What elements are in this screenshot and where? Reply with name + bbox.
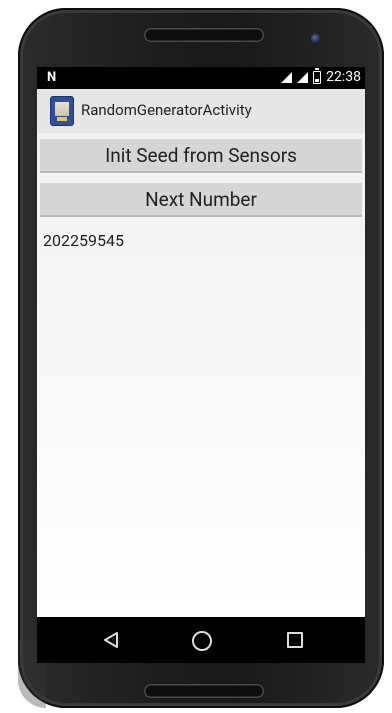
result-number: 202259545 — [43, 231, 124, 250]
battery-icon — [313, 67, 322, 84]
home-icon[interactable] — [192, 631, 212, 651]
init-seed-button[interactable]: Init Seed from Sensors — [40, 139, 362, 173]
navigation-bar — [37, 617, 365, 663]
status-icons: 22:38 — [281, 67, 361, 85]
action-bar: RandomGeneratorActivity — [37, 89, 365, 134]
app-title: RandomGeneratorActivity — [81, 101, 252, 119]
signal-icon — [281, 71, 293, 83]
signal-icon — [297, 71, 309, 83]
status-time: 22:38 — [326, 69, 361, 85]
app-icon-screen — [55, 102, 69, 116]
app-icon — [51, 97, 73, 125]
device-frame: N 22:38 RandomGeneratorActivity Init See… — [0, 0, 392, 713]
screen: N 22:38 RandomGeneratorActivity Init See… — [37, 67, 365, 663]
next-number-button[interactable]: Next Number — [40, 183, 362, 217]
status-bar: N 22:38 — [37, 67, 365, 89]
front-camera — [311, 34, 320, 43]
back-icon[interactable] — [101, 630, 121, 650]
main-content: Init Seed from Sensors Next Number 20225… — [37, 133, 365, 617]
recents-icon[interactable] — [287, 632, 303, 648]
notification-icon: N — [47, 70, 57, 85]
top-speaker — [144, 28, 264, 42]
bottom-speaker — [144, 684, 264, 698]
app-icon-tab — [57, 117, 67, 121]
